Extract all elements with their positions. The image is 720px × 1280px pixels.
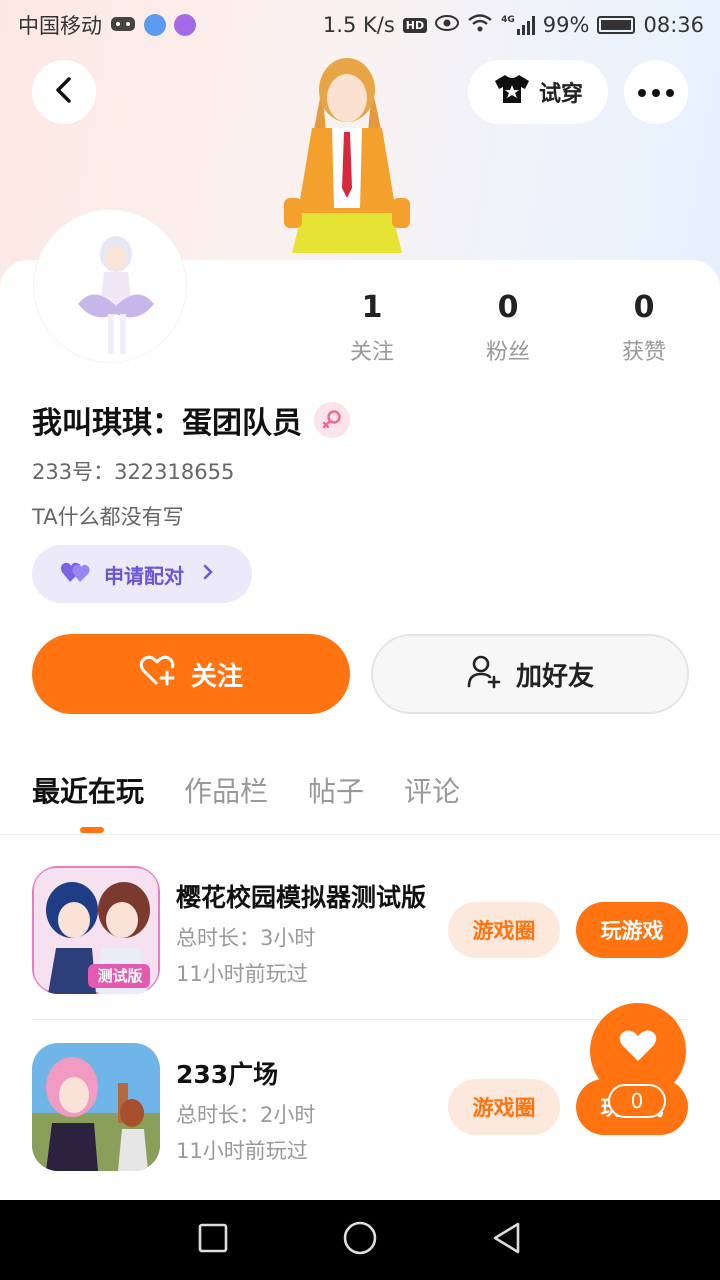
game-last-played: 11小时前玩过 (176, 1139, 308, 1163)
stat-fans[interactable]: 0 粉丝 (458, 288, 558, 366)
game-circle-button[interactable]: 游戏圈 (448, 902, 560, 958)
game-duration: 总时长：3小时 (176, 926, 316, 950)
add-friend-label: 加好友 (515, 661, 594, 692)
follow-label: 关注 (190, 661, 243, 692)
row-divider (32, 1019, 688, 1020)
more-options-button[interactable] (624, 60, 688, 124)
stat-fans-label: 粉丝 (485, 340, 530, 365)
home-icon[interactable] (342, 1220, 378, 1260)
gamepad-icon (110, 13, 136, 38)
game-circle-button[interactable]: 游戏圈 (448, 1079, 560, 1135)
user-id: 233号：322318655 (32, 460, 235, 484)
request-pair-label: 申请配对 (104, 563, 184, 588)
game-title: 樱花校园模拟器测试版 (176, 883, 426, 912)
try-on-label: 试穿 (538, 82, 583, 107)
profile-tabs: 最近在玩 作品栏 帖子 评论 (32, 770, 460, 814)
avatar[interactable] (34, 210, 186, 362)
stat-following-label: 关注 (349, 340, 394, 365)
try-on-button[interactable]: 试穿 (468, 60, 608, 124)
app-notification-icon (144, 14, 166, 36)
heart-plus-icon (139, 654, 177, 695)
avatar-character-image (262, 48, 432, 262)
tab-posts[interactable]: 帖子 (308, 770, 364, 814)
signal-icon: 4G (501, 15, 535, 35)
heart-icon (618, 1029, 658, 1067)
game-last-played: 11小时前玩过 (176, 962, 308, 986)
chevron-left-icon (52, 76, 76, 108)
request-pair-button[interactable]: 申请配对 (32, 545, 252, 603)
clock: 08:36 (643, 13, 704, 37)
female-icon (314, 402, 350, 438)
game-row[interactable]: 测试版 樱花校园模拟器测试版 总时长：3小时 11小时前玩过 游戏圈 玩游戏 (32, 866, 688, 996)
tab-recently-played[interactable]: 最近在玩 (32, 770, 144, 814)
stat-likes-value: 0 (633, 290, 655, 325)
user-bio: TA什么都没有写 (32, 505, 184, 529)
game-icon-badge: 测试版 (97, 967, 143, 985)
battery-percent: 99% (542, 13, 590, 37)
game-row[interactable]: 233广场 总时长：2小时 11小时前玩过 游戏圈 玩游戏 (32, 1043, 688, 1173)
stat-likes-label: 获赞 (621, 340, 666, 365)
eye-icon (435, 13, 460, 37)
hd-icon: HD (402, 17, 428, 33)
active-tab-indicator (80, 827, 104, 833)
user-name: 我叫琪琪：蛋团队员 (32, 406, 302, 441)
tshirt-icon (493, 73, 531, 111)
game-icon-233-plaza[interactable] (32, 1043, 160, 1171)
game-duration: 总时长：2小时 (176, 1103, 316, 1127)
stat-following-value: 1 (361, 290, 383, 325)
battery-icon (597, 16, 636, 34)
back-triangle-icon[interactable] (491, 1221, 523, 1259)
system-nav-bar (0, 1200, 720, 1280)
carrier-label: 中国移动 (18, 14, 102, 38)
stat-fans-value: 0 (497, 290, 519, 325)
owl-notification-icon (174, 14, 196, 36)
name-row: 我叫琪琪：蛋团队员 (32, 398, 350, 442)
more-dots-icon (637, 83, 675, 102)
add-user-icon (466, 653, 502, 696)
follow-button[interactable]: 关注 (32, 634, 350, 714)
tab-works[interactable]: 作品栏 (184, 770, 268, 814)
wifi-icon (467, 13, 493, 38)
tab-comments[interactable]: 评论 (404, 770, 460, 814)
floating-like-count: 0 (608, 1084, 666, 1118)
network-type: 4G (501, 15, 515, 25)
double-heart-icon (60, 560, 92, 589)
game-title: 233广场 (176, 1060, 279, 1089)
add-friend-button[interactable]: 加好友 (371, 634, 689, 714)
game-icon-sakura[interactable]: 测试版 (32, 866, 160, 994)
net-speed: 1.5 K/s (322, 13, 395, 37)
play-game-button[interactable]: 玩游戏 (576, 902, 688, 958)
tab-divider (0, 834, 720, 835)
back-button[interactable] (32, 60, 96, 124)
chevron-right-icon (202, 562, 214, 586)
stat-likes[interactable]: 0 获赞 (594, 288, 694, 366)
status-bar: 中国移动 1.5 K/s HD 4G 99% 08:36 (0, 0, 720, 50)
recent-apps-icon[interactable] (197, 1222, 229, 1258)
stat-following[interactable]: 1 关注 (322, 288, 422, 366)
